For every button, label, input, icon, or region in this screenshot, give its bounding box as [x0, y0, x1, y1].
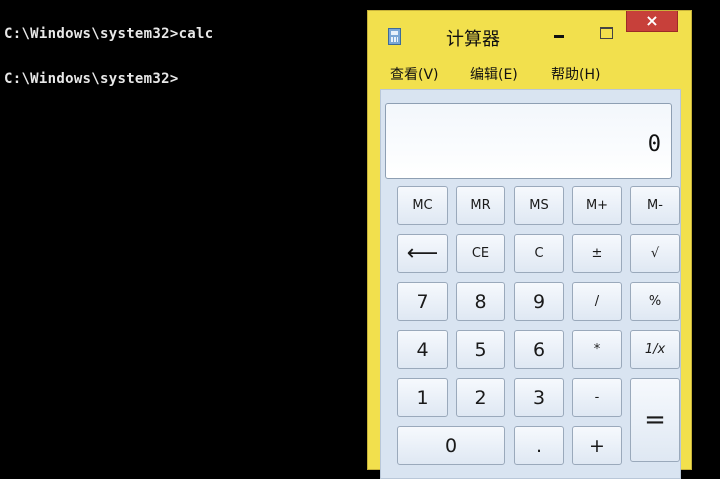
- digit-8-button[interactable]: 8: [456, 282, 505, 321]
- display-value: 0: [647, 132, 661, 157]
- backspace-button[interactable]: ⟵: [397, 234, 448, 273]
- digit-9-button[interactable]: 9: [514, 282, 564, 321]
- divide-button[interactable]: /: [572, 282, 622, 321]
- decimal-button[interactable]: .: [514, 426, 564, 465]
- digit-7-button[interactable]: 7: [397, 282, 448, 321]
- m-minus-button[interactable]: M-: [630, 186, 680, 225]
- digit-4-button[interactable]: 4: [397, 330, 448, 369]
- ms-button[interactable]: MS: [514, 186, 564, 225]
- ce-button[interactable]: CE: [456, 234, 505, 273]
- reciprocal-button[interactable]: 1/x: [630, 330, 680, 369]
- window-title: 计算器: [446, 29, 500, 50]
- console-line-prompt: C:\Windows\system32>: [4, 71, 179, 87]
- menu-bar: 查看(V) 编辑(E) 帮助(H): [368, 64, 691, 86]
- m-plus-button[interactable]: M+: [572, 186, 622, 225]
- close-icon: ×: [645, 11, 659, 30]
- digit-6-button[interactable]: 6: [514, 330, 564, 369]
- plus-minus-button[interactable]: ±: [572, 234, 622, 273]
- equals-button[interactable]: =: [630, 378, 680, 462]
- digit-5-button[interactable]: 5: [456, 330, 505, 369]
- mc-button[interactable]: MC: [397, 186, 448, 225]
- menu-help[interactable]: 帮助(H): [551, 64, 600, 84]
- digit-0-button[interactable]: 0: [397, 426, 505, 465]
- subtract-button[interactable]: -: [572, 378, 622, 417]
- add-button[interactable]: +: [572, 426, 622, 465]
- display: 0: [385, 103, 672, 179]
- console-line-command: C:\Windows\system32>calc: [4, 26, 214, 42]
- minimize-button[interactable]: [544, 23, 574, 45]
- clear-button[interactable]: C: [514, 234, 564, 273]
- calculator-window: 计算器 × 查看(V) 编辑(E) 帮助(H) 0 MC MR MS M+ M-…: [367, 10, 692, 479]
- maximize-button[interactable]: [592, 23, 620, 45]
- menu-edit[interactable]: 编辑(E): [470, 64, 518, 84]
- multiply-button[interactable]: *: [572, 330, 622, 369]
- title-bar[interactable]: 计算器 ×: [368, 11, 691, 63]
- digit-3-button[interactable]: 3: [514, 378, 564, 417]
- sqrt-button[interactable]: √: [630, 234, 680, 273]
- close-button[interactable]: ×: [626, 11, 678, 32]
- mr-button[interactable]: MR: [456, 186, 505, 225]
- menu-view[interactable]: 查看(V): [390, 64, 439, 84]
- digit-2-button[interactable]: 2: [456, 378, 505, 417]
- digit-1-button[interactable]: 1: [397, 378, 448, 417]
- percent-button[interactable]: %: [630, 282, 680, 321]
- calculator-app-icon[interactable]: [388, 28, 401, 45]
